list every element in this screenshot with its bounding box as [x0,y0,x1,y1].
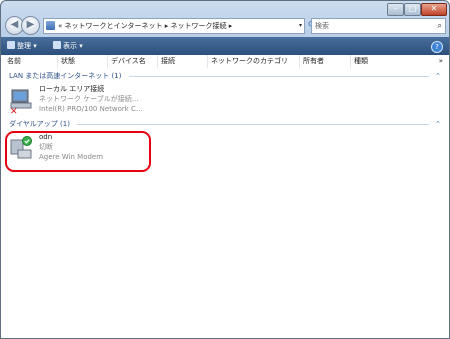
connection-name: ローカル エリア接続 [39,85,105,93]
address-dropdown-icon[interactable]: ▾ [299,19,302,33]
network-folder-icon [46,21,55,30]
column-header-name[interactable]: 名前 [7,55,21,68]
column-header-type[interactable]: 種類 [350,55,368,68]
collapse-icon[interactable]: ⌃ [435,70,441,82]
column-headers: 名前 状態 デバイス名 接続 ネットワークのカテゴリ 所有者 種類 » [1,55,449,69]
network-disconnected-icon: ✕ [10,89,32,114]
view-label: 表示 ▾ [63,42,83,50]
help-icon[interactable]: ? [431,41,443,53]
more-columns-icon[interactable]: » [439,55,443,68]
highlight-annotation [5,131,151,172]
connection-list: LAN または高速インターネット (1) ⌃ ✕ ローカル エリア接続 ネットワ… [1,68,449,338]
organize-menu[interactable]: 整理 ▾ [7,37,37,55]
navigation-bar: ◀ ▶ « ネットワークとインターネット ▸ ネットワーク接続 ▸ ▾ ⟳ 検索… [1,15,449,37]
column-header-category[interactable]: ネットワークのカテゴリ [207,55,288,68]
organize-icon [7,41,15,49]
address-bar[interactable]: « ネットワークとインターネット ▸ ネットワーク接続 ▸ ▾ [43,18,305,34]
search-placeholder: 検索 [315,22,329,30]
view-menu[interactable]: 表示 ▾ [53,37,83,55]
forward-button[interactable]: ▶ [21,16,40,35]
organize-label: 整理 ▾ [17,42,37,50]
explorer-window: – □ ✕ ◀ ▶ « ネットワークとインターネット ▸ ネットワーク接続 ▸ … [0,0,450,339]
column-header-status[interactable]: 状態 [57,55,75,68]
group-divider [77,124,429,125]
svg-text:✕: ✕ [10,107,18,114]
column-header-connection[interactable]: 接続 [157,55,175,68]
group-header-lan[interactable]: LAN または高速インターネット (1) ⌃ [9,70,443,82]
collapse-icon[interactable]: ⌃ [435,118,441,130]
search-icon[interactable]: ⌕ [438,19,442,33]
group-title: LAN または高速インターネット (1) [9,72,122,80]
command-toolbar: 整理 ▾ 表示 ▾ ? [1,37,449,55]
connection-device: Intel(R) PRO/100 Network C... [39,105,143,113]
group-divider [129,76,429,77]
search-input[interactable]: 検索 ⌕ [311,18,446,34]
column-header-owner[interactable]: 所有者 [299,55,324,68]
breadcrumb[interactable]: « ネットワークとインターネット ▸ ネットワーク接続 ▸ [58,19,232,33]
view-icon [53,41,61,49]
column-header-device[interactable]: デバイス名 [107,55,146,68]
connection-status: ネットワーク ケーブルが接続... [39,95,139,103]
group-title: ダイヤルアップ (1) [9,120,70,128]
group-header-dialup[interactable]: ダイヤルアップ (1) ⌃ [9,118,443,130]
